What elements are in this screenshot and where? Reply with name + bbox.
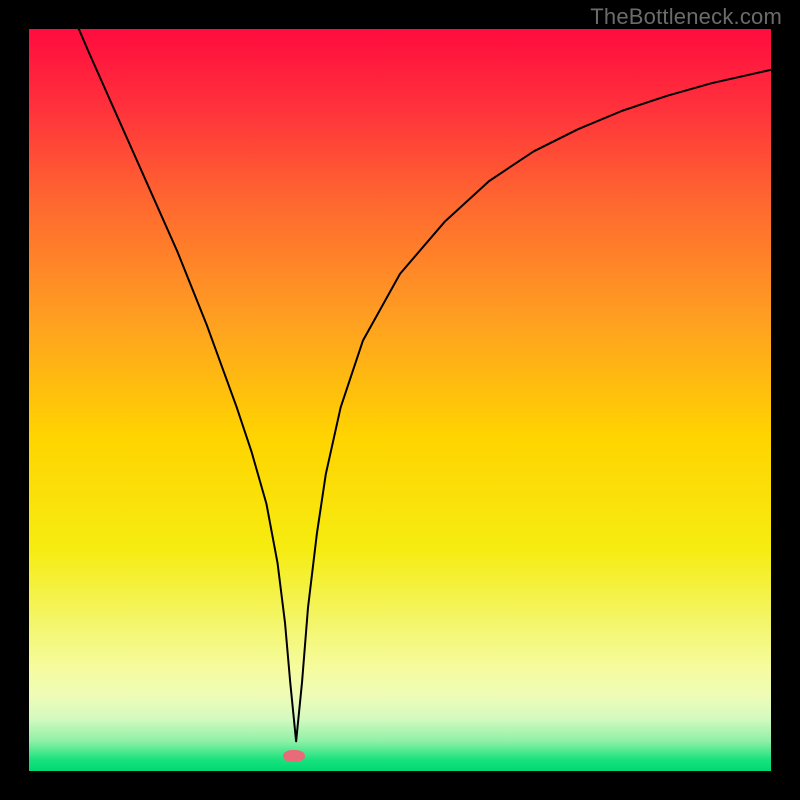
- chart-frame: TheBottleneck.com: [0, 0, 800, 800]
- curve-layer: [29, 29, 771, 771]
- plot-area: [29, 29, 771, 771]
- bottleneck-curve: [66, 29, 771, 741]
- watermark-text: TheBottleneck.com: [590, 4, 782, 30]
